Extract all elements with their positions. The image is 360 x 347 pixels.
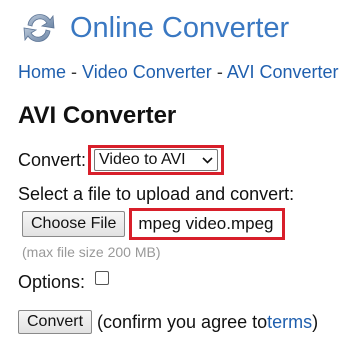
- logo-graphic: [23, 14, 55, 42]
- breadcrumb-separator: -: [217, 62, 227, 82]
- convert-type-select[interactable]: Video to AVI: [94, 149, 219, 171]
- confirm-text: (confirm you agree to: [97, 311, 268, 332]
- page: Online Converter Home - Video Converter …: [0, 0, 360, 347]
- convert-row: Convert: Video to AVI: [18, 145, 225, 175]
- max-file-size-note: (max file size 200 MB): [22, 244, 161, 260]
- selected-file-name: mpeg video.mpeg: [129, 208, 286, 240]
- submit-row: Convert (confirm you agree to terms ): [18, 310, 318, 334]
- breadcrumb-avi-converter-link[interactable]: AVI Converter: [227, 62, 339, 82]
- convert-button[interactable]: Convert: [18, 310, 93, 334]
- convert-label: Convert:: [18, 149, 87, 170]
- terms-link[interactable]: terms: [267, 312, 312, 333]
- convert-type-highlight: Video to AVI: [88, 145, 225, 175]
- breadcrumb-home-link[interactable]: Home: [18, 62, 66, 82]
- breadcrumb-separator: -: [71, 62, 82, 82]
- file-upload-row: Choose File mpeg video.mpeg: [22, 208, 286, 240]
- chevron-down-icon: [202, 154, 213, 166]
- convert-type-selected-value: Video to AVI: [99, 151, 186, 168]
- confirm-text-end: ): [312, 311, 319, 332]
- refresh-arrows-icon[interactable]: [20, 9, 58, 47]
- breadcrumb: Home - Video Converter - AVI Converter: [18, 62, 339, 83]
- options-label: Options:: [18, 272, 86, 292]
- site-header: Online Converter: [20, 8, 289, 48]
- page-title: AVI Converter: [18, 102, 177, 129]
- choose-file-button[interactable]: Choose File: [22, 211, 126, 237]
- breadcrumb-video-converter-link[interactable]: Video Converter: [82, 62, 212, 82]
- options-row: Options:: [18, 270, 110, 293]
- chevron-graphic: [202, 157, 213, 164]
- separator-text: -: [71, 62, 78, 82]
- upload-label: Select a file to upload and convert:: [18, 184, 295, 204]
- options-checkbox[interactable]: [95, 270, 110, 285]
- separator-text: -: [216, 62, 223, 82]
- site-title[interactable]: Online Converter: [70, 12, 289, 45]
